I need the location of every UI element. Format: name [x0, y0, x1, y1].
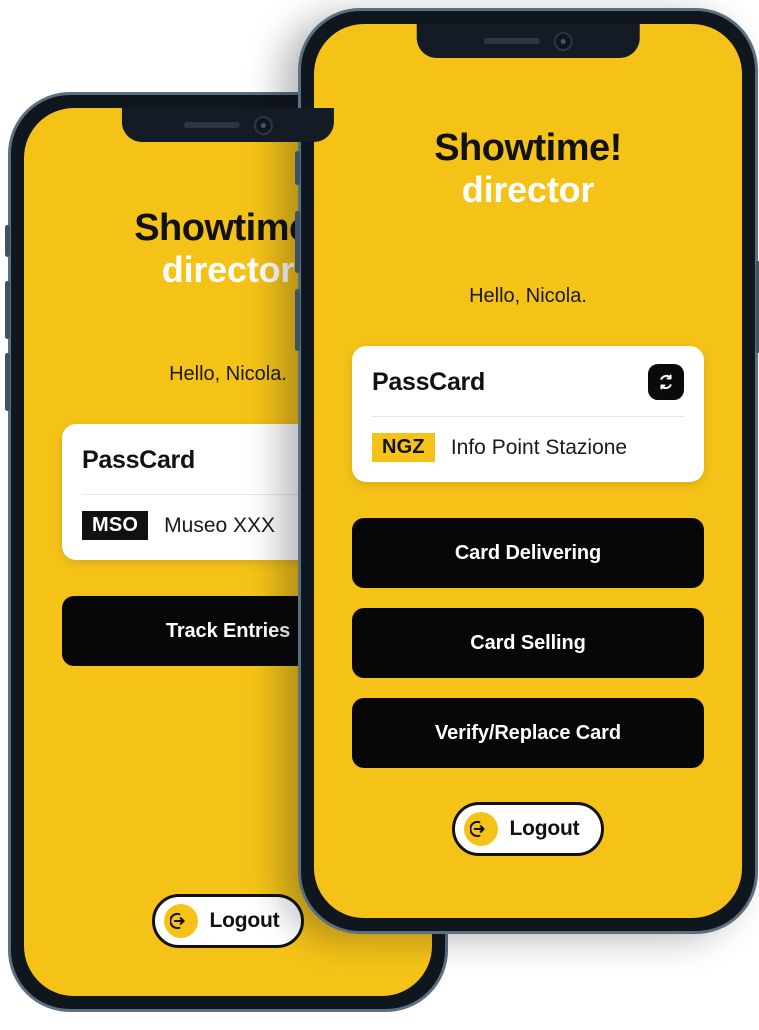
logout-label-back: Logout	[209, 909, 280, 932]
logout-arrow-icon-back	[163, 904, 198, 938]
verify-replace-card-button[interactable]: Verify/Replace Card	[352, 698, 704, 769]
volume-down-button-back[interactable]	[5, 353, 10, 411]
passcard-badge-front: NGZ	[372, 433, 435, 463]
greeting-text-back: Hello, Nicola.	[169, 363, 287, 386]
passcard-header-front: PassCard	[352, 346, 704, 416]
logout-arrow-icon-front	[463, 812, 498, 847]
notch-back	[121, 108, 335, 142]
logout-area-front: Logout	[451, 802, 605, 857]
front-camera-icon	[253, 115, 273, 135]
passcard-badge-back: MSO	[82, 511, 149, 541]
brand-line-primary: Showtime!	[134, 207, 322, 249]
volume-up-button-front[interactable]	[295, 211, 300, 273]
volume-up-button-back[interactable]	[5, 281, 10, 339]
passcard-title-front: PassCard	[372, 367, 485, 396]
logout-button-front[interactable]: Logout	[451, 802, 605, 857]
logout-label-front: Logout	[509, 817, 580, 841]
brand-line-secondary: director	[461, 168, 595, 210]
earpiece-speaker-icon	[183, 122, 240, 128]
brand-line-secondary: director	[161, 248, 295, 290]
card-delivering-button[interactable]: Card Delivering	[352, 518, 704, 589]
silent-switch-front[interactable]	[295, 151, 300, 185]
passcard-panel-front: PassCard NGZ Info Point Stazione	[352, 346, 704, 483]
phone-device-front: Showtime! director Hello, Nicola. PassCa…	[295, 8, 759, 934]
front-camera-icon	[553, 31, 573, 51]
app-content-front: Showtime! director Hello, Nicola. PassCa…	[314, 24, 742, 918]
brand-line-primary: Showtime!	[434, 127, 622, 169]
notch-front	[416, 24, 640, 58]
app-brand-back: Showtime! director	[134, 207, 322, 290]
greeting-text-front: Hello, Nicola.	[469, 285, 587, 308]
app-brand-front: Showtime! director	[434, 127, 622, 210]
screen-front: Showtime! director Hello, Nicola. PassCa…	[314, 24, 742, 918]
passcard-venue-name-front: Info Point Stazione	[450, 435, 628, 459]
card-selling-button[interactable]: Card Selling	[352, 608, 704, 679]
action-button-stack-front: Card Delivering Card Selling Verify/Repl…	[352, 518, 704, 769]
passcard-title-back: PassCard	[82, 445, 195, 474]
earpiece-speaker-icon	[483, 38, 540, 44]
silent-switch-back[interactable]	[5, 225, 10, 257]
passcard-venue-name-back: Museo XXX	[164, 513, 276, 537]
logout-button-back[interactable]: Logout	[151, 894, 305, 948]
passcard-venue-row-front: NGZ Info Point Stazione	[352, 417, 704, 482]
swap-refresh-icon-front[interactable]	[648, 364, 684, 401]
volume-down-button-front[interactable]	[295, 289, 300, 351]
